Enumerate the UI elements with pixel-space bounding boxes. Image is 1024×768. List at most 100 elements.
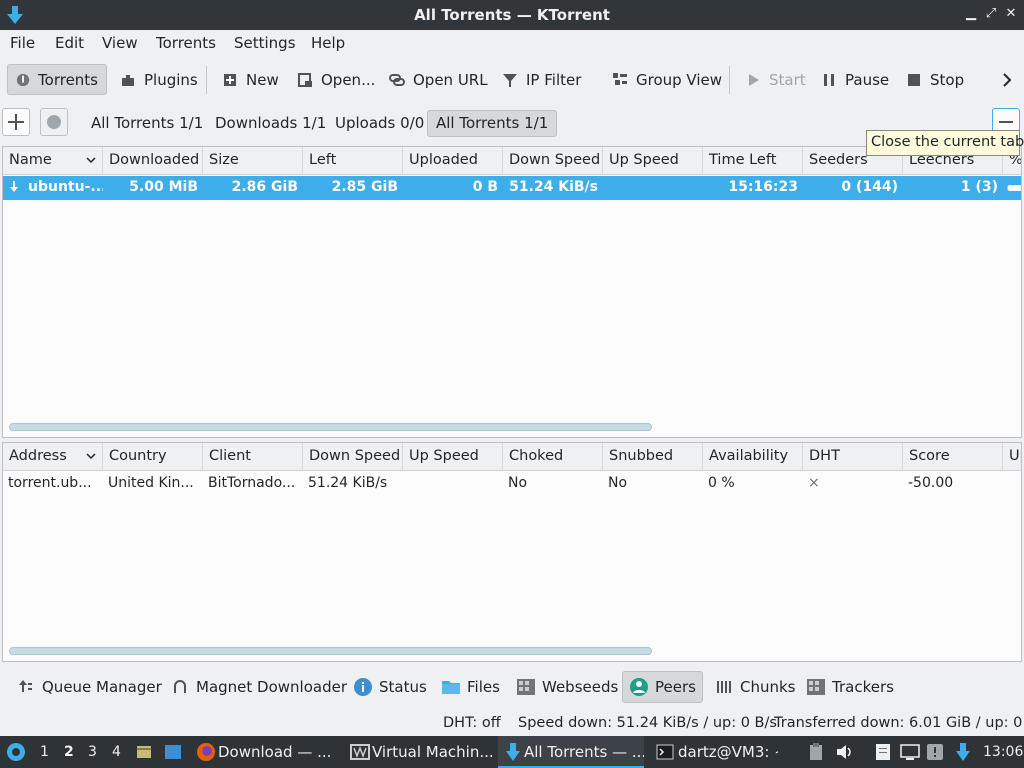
group-view-button[interactable]: Group View [604, 64, 730, 95]
menu-view[interactable]: View [102, 34, 138, 52]
torrent-row[interactable]: ubuntu-... 5.00 MiB 2.86 GiB 2.85 GiB 0 … [3, 176, 1021, 200]
trackers-icon [807, 679, 825, 695]
notes-icon[interactable] [874, 743, 892, 761]
new-button-label: New [246, 70, 279, 89]
title-bar: All Torrents — KTorrent ▁ ⤢ ✕ [0, 0, 1024, 30]
tab-uploads[interactable]: Uploads 0/0 [327, 110, 432, 137]
volume-icon[interactable] [836, 744, 854, 760]
open-button[interactable]: Open... [289, 64, 383, 95]
menu-torrents[interactable]: Torrents [156, 34, 216, 52]
tool-view-bar: Queue Manager Magnet Downloader Status F… [0, 668, 1024, 706]
chevron-down-icon [86, 157, 96, 164]
workspace-1[interactable]: 1 [40, 744, 49, 760]
column-client[interactable]: Client [203, 443, 303, 471]
column-left[interactable]: Left [303, 147, 403, 175]
torrents-icon [16, 73, 30, 86]
torrent-seeders: 0 (144) [841, 179, 898, 195]
webseeds-tab[interactable]: Webseeds [510, 671, 624, 703]
peers-tab[interactable]: Peers [622, 671, 703, 703]
column-name[interactable]: Name [3, 147, 103, 175]
tab-all-torrents-active[interactable]: All Torrents 1/1 [427, 110, 558, 137]
plugins-button-label: Plugins [144, 70, 198, 89]
column-peer-down-speed[interactable]: Down Speed [303, 443, 403, 471]
column-dht[interactable]: DHT [803, 443, 903, 471]
transferred-status: Transferred down: 6.01 GiB / up: 0 B [774, 715, 1024, 731]
column-snubbed[interactable]: Snubbed [603, 443, 703, 471]
column-address-label: Address [9, 448, 67, 464]
column-country[interactable]: Country [103, 443, 203, 471]
peers-list-scrollbar[interactable] [9, 647, 652, 655]
minimize-icon[interactable]: ▁ [962, 5, 980, 23]
torrent-list[interactable]: Name Downloaded Size Left Uploaded Down … [2, 146, 1022, 438]
peer-down-speed: 51.24 KiB/s [308, 475, 388, 491]
column-time-left[interactable]: Time Left [703, 147, 803, 175]
start-button[interactable]: Start [737, 64, 814, 95]
column-up-speed[interactable]: Up Speed [603, 147, 703, 175]
torrents-button-label: Torrents [38, 70, 98, 89]
peer-row[interactable]: torrent.ub... United Kin... BitTornado..… [3, 472, 1021, 496]
tab-downloads[interactable]: Downloads 1/1 [207, 110, 334, 137]
torrent-leechers: 1 (3) [960, 179, 998, 195]
notification-icon[interactable] [926, 743, 944, 761]
column-availability[interactable]: Availability [703, 443, 803, 471]
task-virtual-machine[interactable]: Virtual Machin... [346, 736, 492, 768]
column-upload[interactable]: Up [1003, 443, 1021, 471]
column-size[interactable]: Size [203, 147, 303, 175]
toolbar-separator [206, 66, 207, 94]
toolbar-overflow-button[interactable] [996, 64, 1018, 95]
column-uploaded[interactable]: Uploaded [403, 147, 503, 175]
peers-list[interactable]: Address Country Client Down Speed Up Spe… [2, 442, 1022, 662]
display-icon[interactable] [900, 744, 920, 760]
status-tab[interactable]: Status [347, 671, 433, 703]
app-launcher-icon[interactable] [6, 742, 26, 762]
torrent-list-scrollbar[interactable] [9, 423, 652, 431]
menu-settings[interactable]: Settings [234, 34, 296, 52]
clipboard-icon[interactable] [808, 743, 824, 761]
trackers-tab[interactable]: Trackers [800, 671, 900, 703]
pause-icon [824, 73, 834, 86]
new-tab-button[interactable] [2, 108, 30, 136]
ip-filter-button[interactable]: IP Filter [494, 64, 589, 95]
column-down-speed[interactable]: Down Speed [503, 147, 603, 175]
magnet-downloader-tab[interactable]: Magnet Downloader [164, 671, 353, 703]
column-choked[interactable]: Choked [503, 443, 603, 471]
new-button[interactable]: New [214, 64, 287, 95]
group-view-button-label: Group View [636, 70, 723, 89]
menu-help[interactable]: Help [311, 34, 345, 52]
workspace-2[interactable]: 2 [64, 744, 74, 760]
status-label: Status [379, 678, 427, 696]
task-download[interactable]: Download — ... [192, 736, 332, 768]
workspace-3[interactable]: 3 [88, 744, 97, 760]
stop-button[interactable]: Stop [898, 64, 972, 95]
plugins-button[interactable]: Plugins [112, 64, 206, 95]
chunks-tab[interactable]: Chunks [708, 671, 802, 703]
workspace-4[interactable]: 4 [112, 744, 121, 760]
pause-button[interactable]: Pause [813, 64, 897, 95]
terminal-icon [656, 744, 674, 760]
column-score[interactable]: Score [903, 443, 1003, 471]
webseeds-label: Webseeds [542, 678, 619, 696]
torrents-button[interactable]: Torrents [7, 64, 107, 95]
ktorrent-tray-icon[interactable] [956, 742, 970, 762]
menu-file[interactable]: File [10, 34, 35, 52]
group-status-button[interactable] [40, 108, 68, 136]
column-peer-up-speed[interactable]: Up Speed [403, 443, 503, 471]
maximize-icon[interactable]: ⤢ [982, 5, 1000, 23]
column-address[interactable]: Address [3, 443, 103, 471]
task-ktorrent[interactable]: All Torrents — ... [498, 736, 644, 768]
open-url-button[interactable]: Open URL [381, 64, 496, 95]
queue-manager-tab[interactable]: Queue Manager [10, 671, 168, 703]
tooltip: Close the current tab [866, 130, 1024, 156]
tab-all-torrents[interactable]: All Torrents 1/1 [83, 110, 211, 137]
trackers-label: Trackers [832, 678, 894, 696]
files-tab[interactable]: Files [435, 671, 506, 703]
close-icon[interactable]: ✕ [1002, 5, 1020, 23]
show-desktop-icon[interactable] [164, 744, 182, 760]
file-manager-icon[interactable] [136, 744, 152, 760]
torrent-left: 2.85 GiB [331, 179, 398, 195]
menu-edit[interactable]: Edit [55, 34, 84, 52]
stop-icon [908, 73, 920, 86]
task-terminal[interactable]: dartz@VM3: ~ [652, 736, 778, 768]
queue-manager-label: Queue Manager [42, 678, 162, 696]
column-downloaded[interactable]: Downloaded [103, 147, 203, 175]
